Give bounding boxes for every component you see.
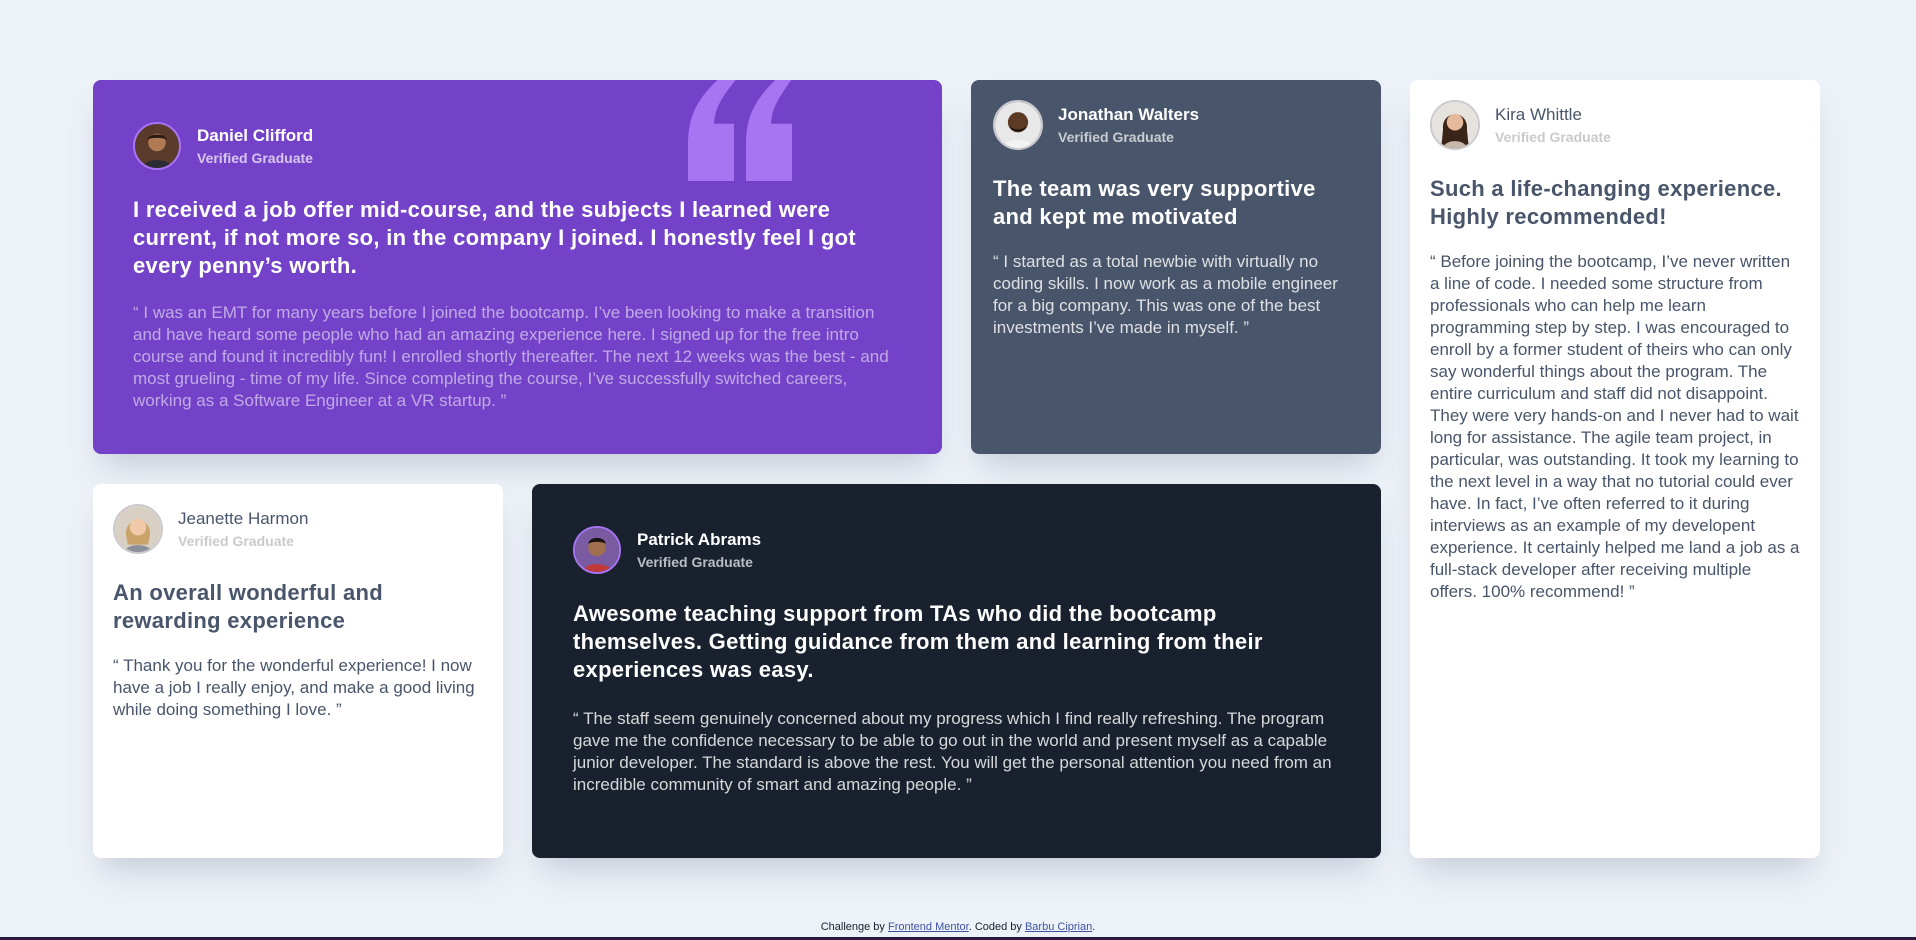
- testimonial-headline: An overall wonderful and rewarding exper…: [113, 580, 384, 633]
- author-header: Jeanette Harmon Verified Graduate: [113, 504, 483, 554]
- author-name: Kira Whittle: [1495, 104, 1582, 124]
- testimonial-headline: Awesome teaching support from TAs who di…: [573, 601, 1263, 682]
- footer-suffix: .: [1092, 921, 1096, 933]
- testimonials-grid: Daniel Clifford Verified Graduate I rece…: [93, 80, 1821, 858]
- footer-middle: . Coded by: [968, 921, 1025, 933]
- author-name: Jeanette Harmon: [178, 508, 309, 528]
- author-header: Daniel Clifford Verified Graduate: [133, 122, 902, 170]
- testimonial-card-daniel: Daniel Clifford Verified Graduate I rece…: [93, 80, 942, 454]
- testimonial-card-jonathan: Jonathan Walters Verified Graduate The t…: [971, 80, 1381, 454]
- author-role: Verified Graduate: [637, 553, 753, 570]
- author-name: Daniel Clifford: [197, 125, 314, 145]
- avatar-jeanette: [113, 504, 163, 554]
- author-role: Verified Graduate: [178, 532, 294, 549]
- testimonial-card-jeanette: Jeanette Harmon Verified Graduate An ove…: [93, 484, 503, 858]
- avatar-kira: [1430, 100, 1480, 150]
- author-link[interactable]: Barbu Ciprian: [1025, 921, 1092, 933]
- testimonial-body: “ Before joining the bootcamp, I’ve neve…: [1430, 252, 1800, 601]
- testimonial-card-patrick: Patrick Abrams Verified Graduate Awesome…: [532, 484, 1381, 858]
- testimonial-headline: Such a life-changing experience. Highly …: [1430, 176, 1782, 229]
- footer-prefix: Challenge by: [820, 921, 888, 933]
- testimonial-body: “ The staff seem genuinely concerned abo…: [573, 709, 1332, 794]
- author-role: Verified Graduate: [1495, 128, 1611, 145]
- testimonial-body: “ I was an EMT for many years before I j…: [133, 303, 889, 410]
- testimonial-headline: I received a job offer mid-course, and t…: [133, 197, 856, 278]
- author-name: Patrick Abrams: [637, 529, 762, 549]
- avatar-daniel: [133, 122, 181, 170]
- author-role: Verified Graduate: [1058, 128, 1174, 145]
- testimonial-card-kira: Kira Whittle Verified Graduate Such a li…: [1410, 80, 1820, 858]
- attribution-footer: Challenge by Frontend Mentor. Coded by B…: [0, 921, 1916, 933]
- avatar-patrick: [573, 526, 621, 574]
- author-header: Jonathan Walters Verified Graduate: [993, 100, 1359, 150]
- author-role: Verified Graduate: [197, 149, 313, 166]
- author-header: Kira Whittle Verified Graduate: [1430, 100, 1800, 150]
- author-name: Jonathan Walters: [1058, 104, 1200, 124]
- testimonial-body: “ Thank you for the wonderful experience…: [113, 656, 475, 719]
- avatar-jonathan: [993, 100, 1043, 150]
- testimonial-headline: The team was very supportive and kept me…: [993, 176, 1316, 229]
- author-header: Patrick Abrams Verified Graduate: [573, 526, 1340, 574]
- testimonial-body: “ I started as a total newbie with virtu…: [993, 252, 1338, 337]
- frontend-mentor-link[interactable]: Frontend Mentor: [888, 921, 969, 933]
